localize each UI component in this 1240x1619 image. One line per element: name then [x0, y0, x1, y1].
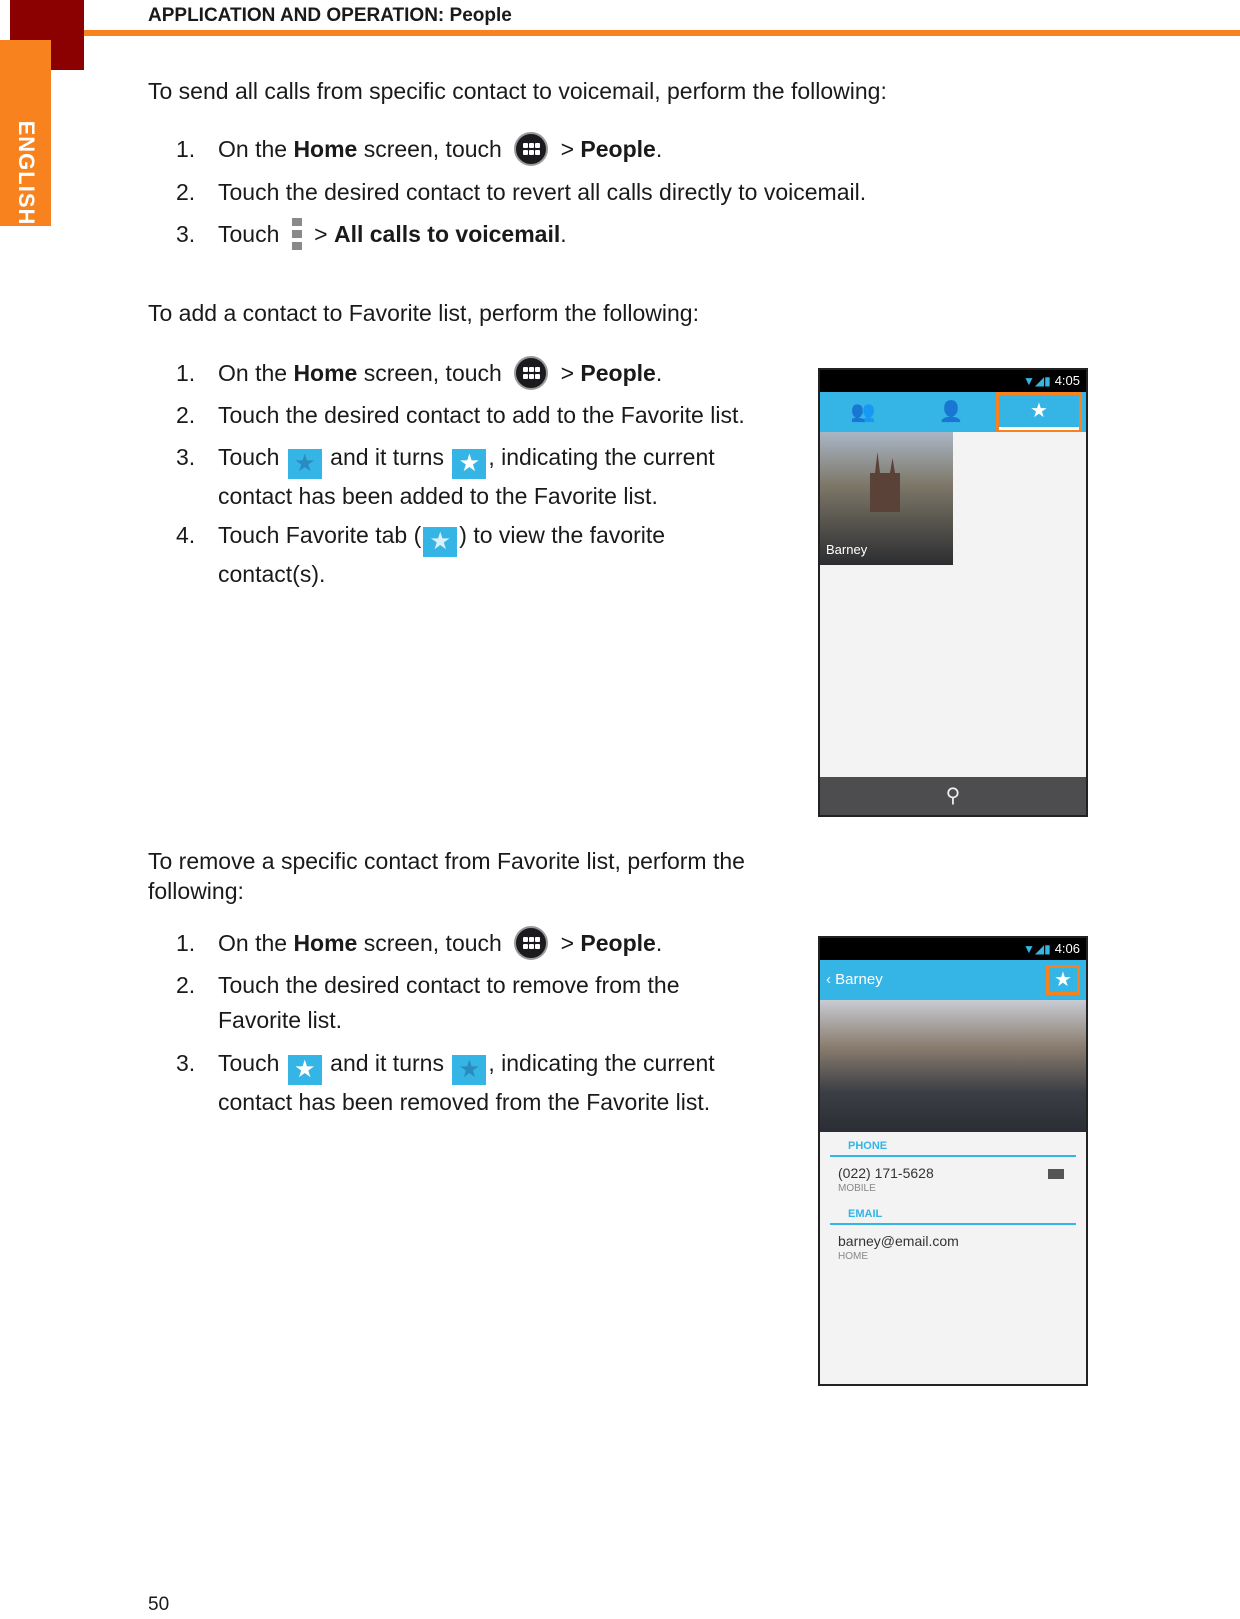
section-add-favorite-intro: To add a contact to Favorite list, perfo…: [148, 300, 699, 326]
back-button[interactable]: ‹ Barney: [826, 971, 883, 988]
phone-section-label: PHONE: [830, 1132, 1076, 1157]
contact-photo: [820, 1000, 1086, 1132]
email-type: HOME: [838, 1251, 868, 1262]
phone-number[interactable]: (022) 171-5628: [820, 1157, 1086, 1181]
search-button[interactable]: ⚲: [820, 777, 1086, 815]
contacts-tab[interactable]: 👤: [908, 392, 994, 432]
section-voicemail-intro: To send all calls from specific contact …: [148, 78, 887, 104]
language-side-tab: ENGLISH: [0, 40, 51, 226]
page-header-title: APPLICATION AND OPERATION: People: [148, 5, 512, 26]
contact-tile-barney[interactable]: Barney: [820, 432, 953, 565]
groups-tab[interactable]: 👥: [820, 392, 906, 432]
star-selected-icon: ★: [452, 449, 487, 479]
header-rule: [84, 30, 1240, 36]
phone-screenshot-contact-detail: ▼◢▮ 4:06 ‹ Barney ★ PHONE (022) 171-5628 …: [818, 936, 1088, 1386]
page-number: 50: [148, 1594, 170, 1615]
contact-action-bar: ‹ Barney ★: [820, 960, 1086, 1000]
email-section-label: EMAIL: [830, 1200, 1076, 1225]
phone-screenshot-favorites: ▼◢▮ 4:05 👥 👤 ★ Barney ⚲: [818, 368, 1088, 817]
apps-launcher-icon: [514, 132, 549, 166]
overflow-menu-icon: [291, 218, 302, 250]
star-unselected-icon: ★: [287, 449, 322, 479]
language-label: ENGLISH: [14, 120, 39, 226]
favorite-tab-icon: ★: [423, 527, 458, 557]
favorites-tab[interactable]: ★: [996, 392, 1082, 432]
contact-name: Barney: [826, 542, 868, 557]
castle-photo: [870, 452, 900, 512]
status-bar: ▼◢▮ 4:05: [820, 370, 1086, 392]
status-time: 4:05: [1054, 373, 1080, 388]
status-time: 4:06: [1054, 941, 1080, 956]
section-remove-favorite-intro: To remove a specific contact from Favori…: [148, 848, 745, 904]
people-tabs: 👥 👤 ★: [820, 392, 1086, 432]
apps-launcher-icon: [514, 926, 549, 960]
star-selected-icon: ★: [287, 1055, 322, 1085]
phone-type: MOBILE: [838, 1183, 876, 1194]
apps-launcher-icon: [514, 356, 549, 390]
email-address[interactable]: barney@email.com: [820, 1225, 1086, 1249]
message-icon[interactable]: [1048, 1169, 1064, 1179]
favorite-star-button[interactable]: ★: [1046, 965, 1080, 995]
signal-icon: ▼◢▮: [1022, 942, 1051, 956]
signal-icon: ▼◢▮: [1022, 374, 1051, 388]
star-unselected-icon: ★: [452, 1055, 487, 1085]
status-bar: ▼◢▮ 4:06: [820, 938, 1086, 960]
